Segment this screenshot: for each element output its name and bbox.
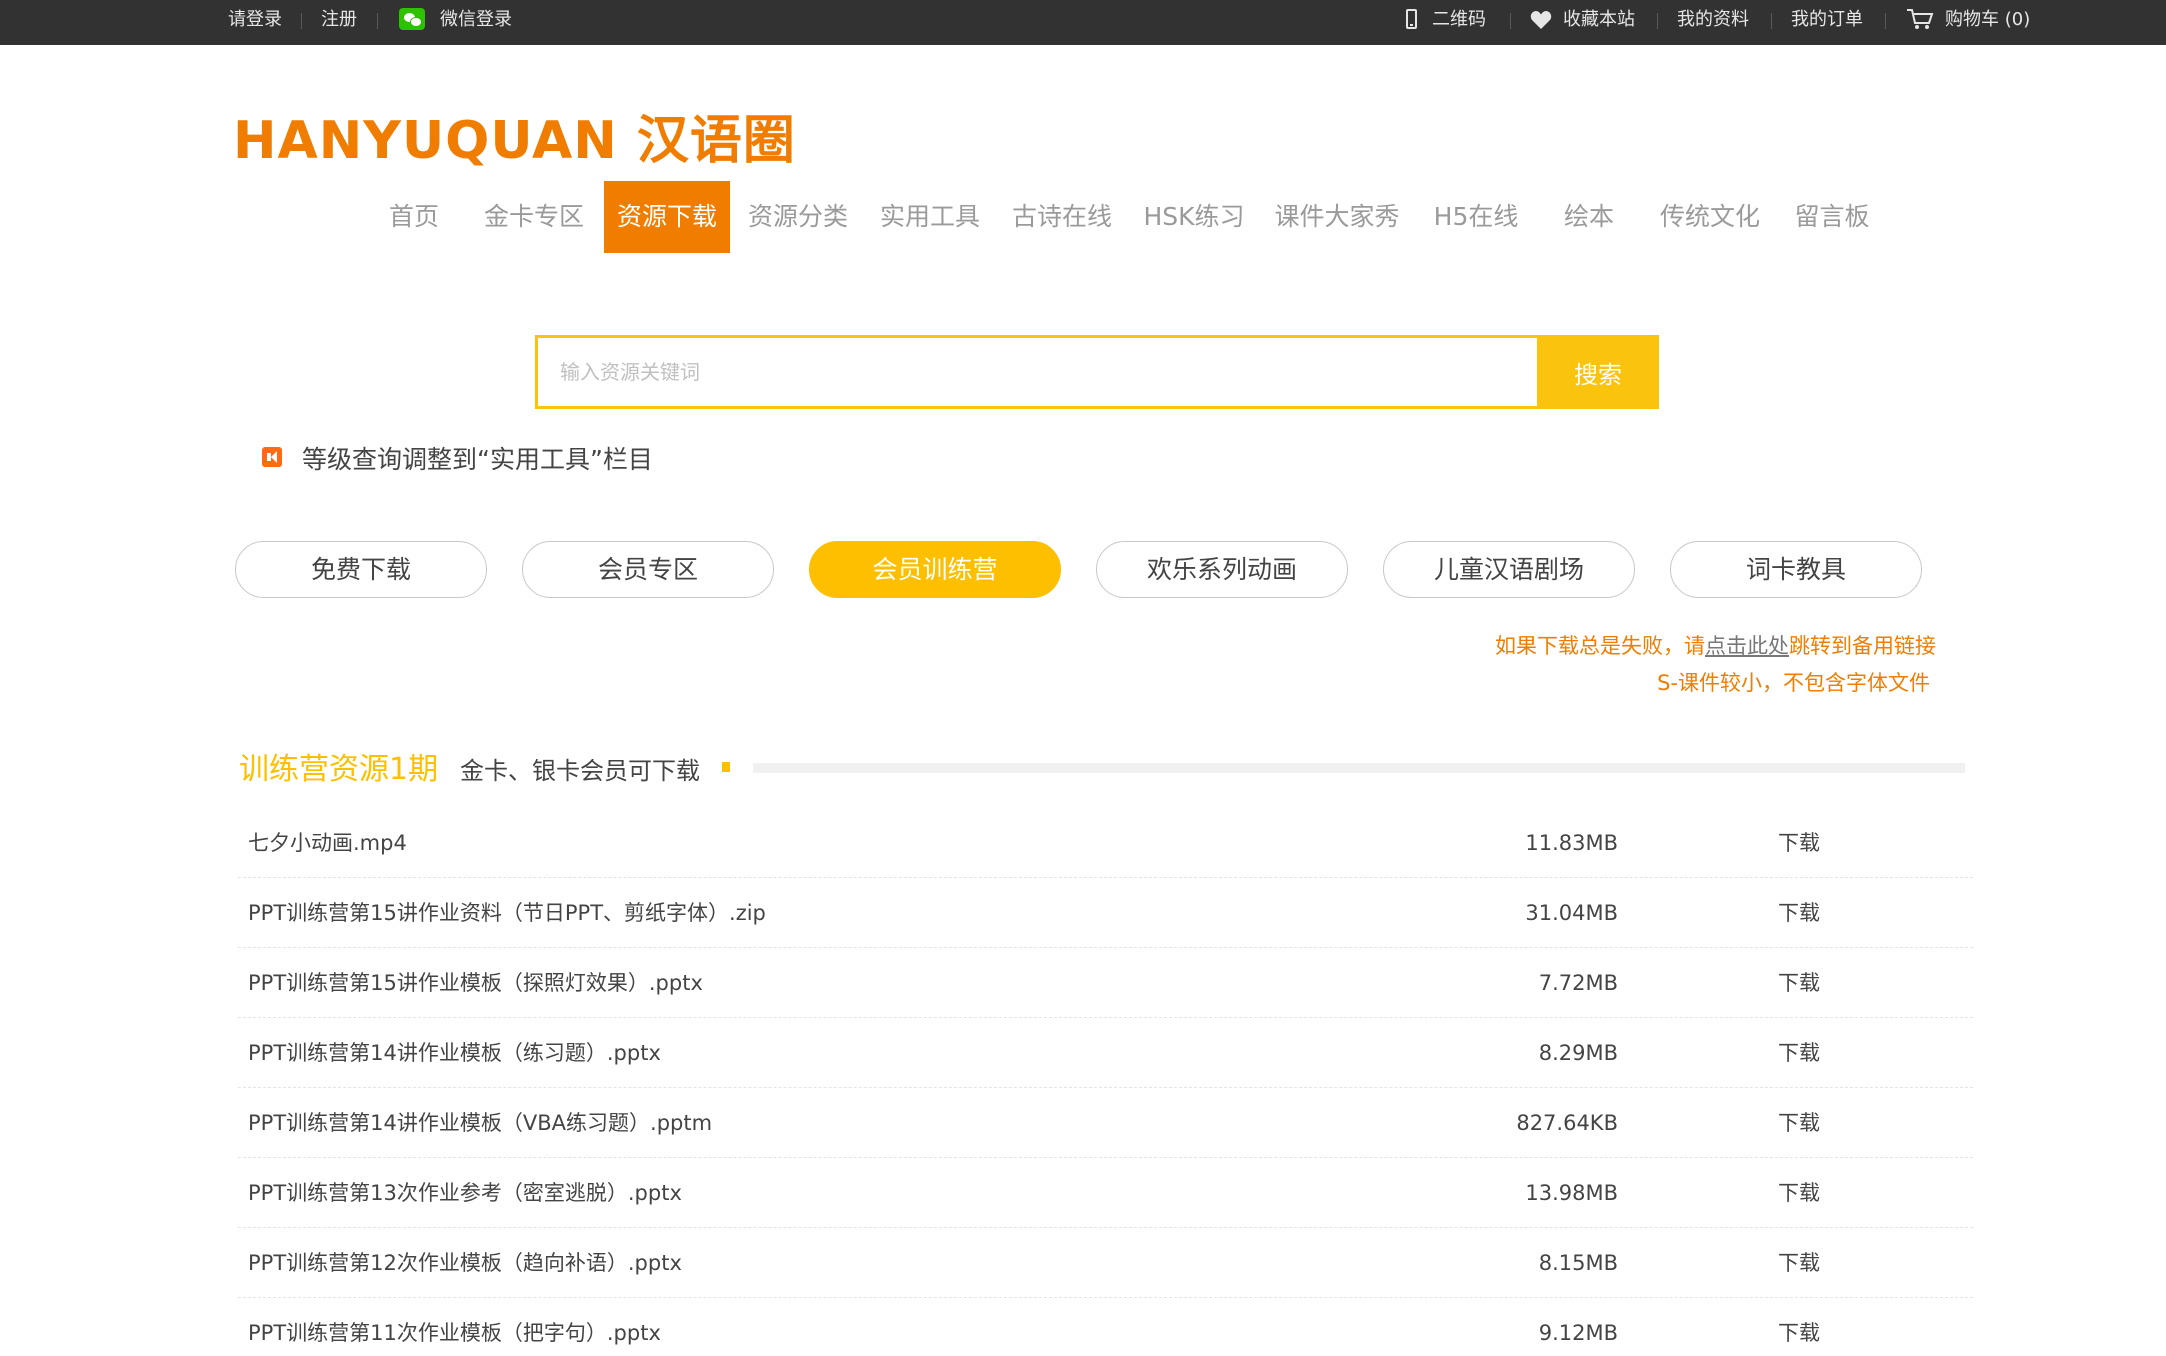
- divider: [1885, 13, 1886, 29]
- cart-link[interactable]: 购物车 (0): [1945, 0, 2030, 45]
- download-link[interactable]: 下载: [1778, 1228, 1820, 1298]
- top-bar: 请登录 注册 微信登录 二维码 收藏本站 我的资料 我的订单 购物车 (0): [0, 0, 2166, 45]
- divider: [1771, 13, 1772, 29]
- file-name[interactable]: PPT训练营第14讲作业模板（练习题）.pptx: [248, 1018, 661, 1088]
- file-size: 827.64KB: [1516, 1111, 1618, 1135]
- site-logo[interactable]: HANYUQUAN 汉语圈: [233, 98, 796, 173]
- nav-item-hsk[interactable]: HSK练习: [1138, 181, 1250, 253]
- nav-item-picture-book[interactable]: 绘本: [1556, 181, 1622, 253]
- nav-item-poetry[interactable]: 古诗在线: [1006, 181, 1118, 253]
- nav-item-culture[interactable]: 传统文化: [1652, 181, 1768, 253]
- file-row: PPT训练营第12次作业模板（趋向补语）.pptx 8.15MB 下载: [238, 1228, 1973, 1298]
- download-link[interactable]: 下载: [1778, 1298, 1820, 1356]
- file-list: 七夕小动画.mp4 11.83MB 下载 PPT训练营第15讲作业资料（节日PP…: [238, 808, 1973, 1356]
- nav-item-tools[interactable]: 实用工具: [874, 181, 986, 253]
- file-size: 8.15MB: [1538, 1251, 1618, 1275]
- download-link[interactable]: 下载: [1778, 878, 1820, 948]
- file-row: PPT训练营第13次作业参考（密室逃脱）.pptx 13.98MB 下载: [238, 1158, 1973, 1228]
- phone-icon: [1406, 9, 1417, 29]
- nav-item-h5[interactable]: H5在线: [1426, 181, 1526, 253]
- section-subtitle: 金卡、银卡会员可下载: [460, 757, 700, 785]
- file-name[interactable]: PPT训练营第15讲作业资料（节日PPT、剪纸字体）.zip: [248, 878, 766, 948]
- section-divider: [753, 763, 1965, 773]
- file-name[interactable]: 七夕小动画.mp4: [248, 808, 407, 878]
- file-name[interactable]: PPT训练营第11次作业模板（把字句）.pptx: [248, 1298, 661, 1356]
- download-link[interactable]: 下载: [1778, 1018, 1820, 1088]
- search-button[interactable]: 搜索: [1537, 335, 1659, 409]
- notice-text[interactable]: 等级查询调整到“实用工具”栏目: [302, 440, 653, 476]
- note-prefix: 如果下载总是失败，请: [1495, 634, 1705, 658]
- favorite-link[interactable]: 收藏本站: [1563, 0, 1635, 45]
- nav-item-gold-card[interactable]: 金卡专区: [478, 181, 590, 253]
- nav-item-home[interactable]: 首页: [375, 181, 453, 253]
- file-row: PPT训练营第11次作业模板（把字句）.pptx 9.12MB 下载: [238, 1298, 1973, 1356]
- divider: [1510, 13, 1511, 29]
- courseware-note: S-课件较小，不包含字体文件: [1657, 671, 1930, 695]
- file-name[interactable]: PPT训练营第13次作业参考（密室逃脱）.pptx: [248, 1158, 682, 1228]
- note-suffix: 跳转到备用链接: [1789, 634, 1936, 658]
- download-failure-note: 如果下载总是失败，请点击此处跳转到备用链接: [1495, 630, 1936, 660]
- file-row: PPT训练营第15讲作业资料（节日PPT、剪纸字体）.zip 31.04MB 下…: [238, 878, 1973, 948]
- search-bar: 搜索: [535, 335, 1659, 409]
- download-link[interactable]: 下载: [1778, 1158, 1820, 1228]
- register-link[interactable]: 注册: [321, 0, 357, 45]
- search-input[interactable]: [538, 338, 1535, 406]
- tab-kids-theater[interactable]: 儿童汉语剧场: [1383, 541, 1635, 598]
- tab-free-download[interactable]: 免费下载: [235, 541, 487, 598]
- file-size: 8.29MB: [1538, 1041, 1618, 1065]
- divider: [1657, 13, 1658, 29]
- nav-item-message-board[interactable]: 留言板: [1790, 181, 1874, 253]
- file-name[interactable]: PPT训练营第14讲作业模板（VBA练习题）.pptm: [248, 1088, 712, 1158]
- file-size: 13.98MB: [1525, 1181, 1618, 1205]
- tab-word-cards[interactable]: 词卡教具: [1670, 541, 1922, 598]
- file-row: PPT训练营第14讲作业模板（VBA练习题）.pptm 827.64KB 下载: [238, 1088, 1973, 1158]
- download-link[interactable]: 下载: [1778, 808, 1820, 878]
- orders-link[interactable]: 我的订单: [1791, 0, 1863, 45]
- divider: [377, 13, 378, 29]
- login-link[interactable]: 请登录: [228, 0, 282, 45]
- file-name[interactable]: PPT训练营第12次作业模板（趋向补语）.pptx: [248, 1228, 682, 1298]
- file-size: 9.12MB: [1538, 1321, 1618, 1345]
- profile-link[interactable]: 我的资料: [1677, 0, 1749, 45]
- wechat-login-link[interactable]: 微信登录: [440, 0, 512, 45]
- download-link[interactable]: 下载: [1778, 1088, 1820, 1158]
- file-name[interactable]: PPT训练营第15讲作业模板（探照灯效果）.pptx: [248, 948, 703, 1018]
- file-size: 11.83MB: [1525, 831, 1618, 855]
- file-size: 31.04MB: [1525, 901, 1618, 925]
- file-row: PPT训练营第14讲作业模板（练习题）.pptx 8.29MB 下载: [238, 1018, 1973, 1088]
- tab-member-camp[interactable]: 会员训练营: [809, 541, 1061, 598]
- backup-link[interactable]: 点击此处: [1705, 634, 1789, 658]
- nav-item-courseware-show[interactable]: 课件大家秀: [1272, 181, 1402, 253]
- file-size: 7.72MB: [1538, 971, 1618, 995]
- nav-item-resource-download[interactable]: 资源下载: [604, 181, 730, 253]
- file-row: PPT训练营第15讲作业模板（探照灯效果）.pptx 7.72MB 下载: [238, 948, 1973, 1018]
- divider: [301, 13, 302, 29]
- speaker-icon: [262, 447, 282, 467]
- section-title: 训练营资源1期: [239, 752, 439, 787]
- nav-item-resource-category[interactable]: 资源分类: [742, 181, 854, 253]
- qrcode-link[interactable]: 二维码: [1432, 0, 1486, 45]
- cart-icon: [1907, 9, 1934, 29]
- section-marker: [722, 762, 730, 772]
- heart-icon: [1530, 11, 1552, 29]
- tab-member-zone[interactable]: 会员专区: [522, 541, 774, 598]
- download-link[interactable]: 下载: [1778, 948, 1820, 1018]
- wechat-icon[interactable]: [399, 8, 425, 30]
- tab-happy-animation[interactable]: 欢乐系列动画: [1096, 541, 1348, 598]
- file-row: 七夕小动画.mp4 11.83MB 下载: [238, 808, 1973, 878]
